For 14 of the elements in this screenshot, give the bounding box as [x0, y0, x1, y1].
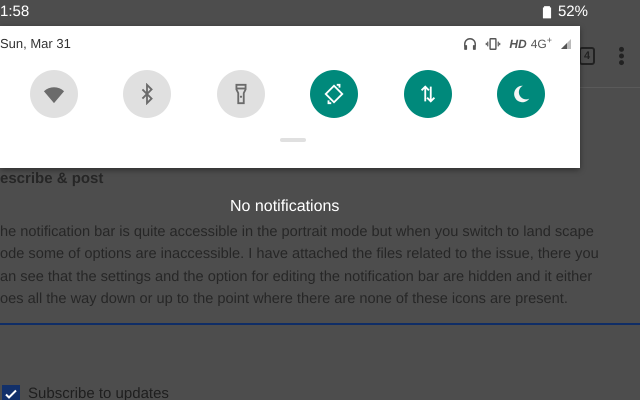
- check-icon: [5, 388, 17, 399]
- empty-notifications-text: No notifications: [230, 197, 340, 217]
- status-time: 1:58: [0, 2, 30, 22]
- vibrate-icon: [485, 36, 502, 51]
- subscribe-checkbox[interactable]: [2, 384, 20, 400]
- network-hd-label: HD: [509, 36, 527, 53]
- date-text: Sun, Mar 31: [0, 35, 71, 53]
- signal-icon: [560, 38, 572, 50]
- network-type-label: 4G$^{+}$: [530, 34, 552, 53]
- battery-level: 52%: [558, 2, 588, 22]
- quick-settings-tile[interactable]: [30, 70, 78, 118]
- headphones-icon: [463, 36, 478, 51]
- more-options-icon: [619, 46, 624, 66]
- rotate-icon: [323, 82, 346, 104]
